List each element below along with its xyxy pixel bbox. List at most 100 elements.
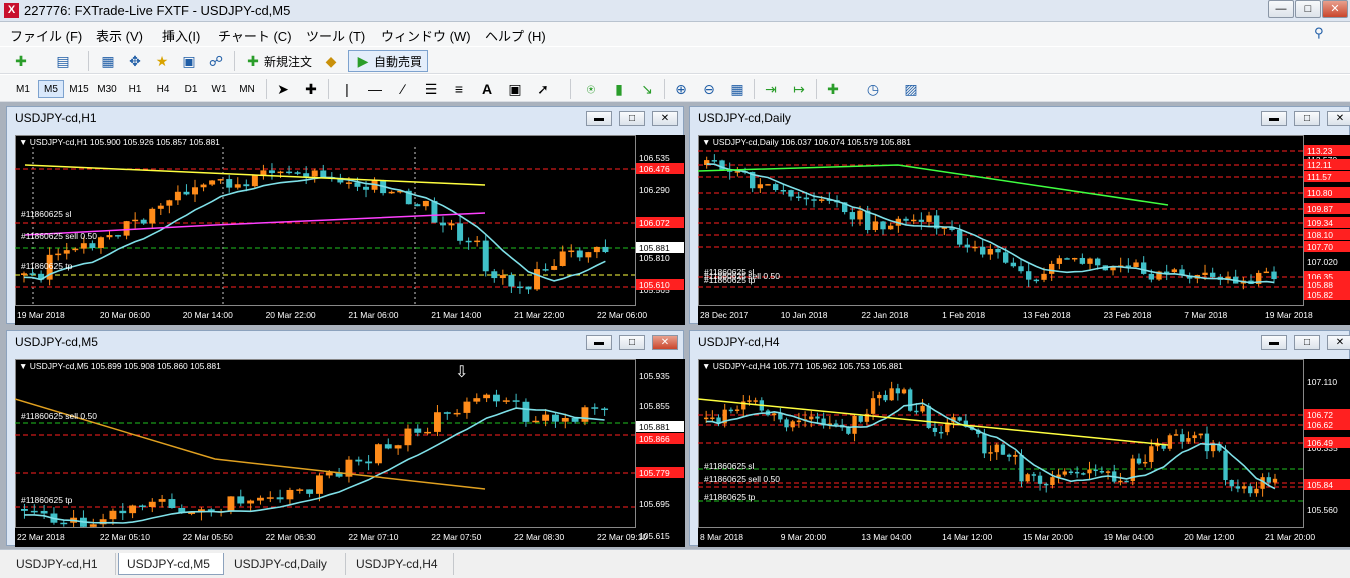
chart-minimize-button[interactable]: ▬ (1261, 111, 1287, 126)
crosshair-icon[interactable]: ✚ (300, 78, 322, 100)
menu-file[interactable]: ファイル (F) (10, 26, 82, 45)
vertical-line-icon[interactable]: | (336, 78, 358, 100)
text-icon[interactable]: A (476, 78, 498, 100)
tf-h4[interactable]: H4 (150, 80, 176, 98)
chart-close-button[interactable]: ✕ (1327, 335, 1350, 350)
chart-window-h1[interactable]: USDJPY-cd,H1 ▬ □ ✕ ▼ USDJPY-cd,H1 105.90… (6, 106, 685, 325)
tf-m30[interactable]: M30 (94, 80, 120, 98)
menu-view[interactable]: 表示 (V) (96, 26, 143, 45)
periods-icon[interactable]: ◷ (862, 78, 884, 100)
arrows-icon[interactable]: ➚ (532, 78, 554, 100)
time-tick-label: 22 Mar 2018 (17, 532, 65, 542)
candle-body (857, 210, 863, 220)
time-tick-label: 21 Mar 14:00 (431, 310, 481, 320)
tf-m15[interactable]: M15 (66, 80, 92, 98)
autoscroll-icon[interactable]: ⇥ (760, 78, 782, 100)
chart-canvas-m5[interactable]: ⇩ ▼ USDJPY-cd,M5 105.899 105.908 105.860 … (15, 359, 685, 547)
maximize-button[interactable]: □ (1295, 0, 1321, 18)
candle-body (512, 400, 520, 402)
candle-body (140, 219, 147, 224)
fibonacci-icon[interactable]: ≡ (448, 78, 470, 100)
candle-body (115, 235, 122, 237)
chart-window-h4[interactable]: USDJPY-cd,H4 ▬ □ ✕ ▼ USDJPY-cd,H4 105.77… (689, 330, 1350, 547)
zoom-out-icon[interactable]: ⊖ (698, 78, 720, 100)
search-icon[interactable]: ⚲ (1314, 25, 1324, 41)
chart-maximize-button[interactable]: □ (619, 335, 645, 350)
chart-minimize-button[interactable]: ▬ (586, 335, 612, 350)
market-watch-icon[interactable]: ▦ (97, 50, 119, 72)
candle-body (266, 497, 274, 499)
candlestick-icon[interactable]: ▮ (608, 78, 630, 100)
bar-chart-icon[interactable]: ⍟ (580, 78, 602, 100)
chart-window-m5[interactable]: USDJPY-cd,M5 ▬ □ ✕ ⇩ ▼ USDJPY-cd,M5 105.8… (6, 330, 685, 547)
indicators-icon[interactable]: ✚ (822, 78, 844, 100)
trendline-icon[interactable]: ∕ (392, 78, 414, 100)
strategy-tester-icon[interactable]: ☍ (205, 50, 227, 72)
price-highlight-label: 105.779 (639, 468, 670, 478)
chart-shift-icon[interactable]: ↦ (788, 78, 810, 100)
text-label-icon[interactable]: ▣ (504, 78, 526, 100)
candle-body (901, 389, 907, 394)
horizontal-line-icon[interactable]: — (364, 78, 386, 100)
navigator-icon[interactable]: ★ (151, 50, 173, 72)
equidistant-channel-icon[interactable]: ☰ (420, 78, 442, 100)
profiles-icon[interactable]: ▤ (52, 50, 74, 72)
chart-maximize-button[interactable]: □ (619, 111, 645, 126)
new-order-icon[interactable]: ✚ (242, 50, 264, 72)
tab-h4[interactable]: USDJPY-cd,H4 (348, 553, 454, 575)
chart-canvas-h4[interactable]: ▼ USDJPY-cd,H4 105.771 105.962 105.753 1… (698, 359, 1350, 547)
chart-close-button[interactable]: ✕ (652, 111, 678, 126)
tf-d1[interactable]: D1 (178, 80, 204, 98)
close-button[interactable]: ✕ (1322, 0, 1348, 18)
candle-body (325, 472, 333, 476)
candle-body (1019, 454, 1024, 482)
tf-m5[interactable]: M5 (38, 80, 64, 98)
candle-body (217, 179, 224, 181)
menu-chart[interactable]: チャート (C) (218, 26, 292, 45)
line-chart-icon[interactable]: ↘ (636, 78, 658, 100)
zoom-in-icon[interactable]: ⊕ (670, 78, 692, 100)
candle-body (422, 200, 429, 207)
tile-windows-icon[interactable]: ▦ (726, 78, 748, 100)
candle-body (551, 265, 558, 270)
tab-daily[interactable]: USDJPY-cd,Daily (226, 553, 346, 575)
menu-window[interactable]: ウィンドウ (W) (381, 26, 471, 45)
tf-mn[interactable]: MN (234, 80, 260, 98)
chart-minimize-button[interactable]: ▬ (1261, 335, 1287, 350)
tf-m1[interactable]: M1 (10, 80, 36, 98)
templates-icon[interactable]: ▨ (900, 78, 922, 100)
chart-maximize-button[interactable]: □ (1294, 111, 1320, 126)
menu-insert[interactable]: 挿入(I) (162, 26, 200, 45)
menu-tools[interactable]: ツール (T) (306, 26, 365, 45)
chart-close-button[interactable]: ✕ (1327, 111, 1350, 126)
candle-body (753, 400, 758, 402)
chart-close-button[interactable]: ✕ (652, 335, 678, 350)
chart-canvas-daily[interactable]: ▼ USDJPY-cd,Daily 106.037 106.074 105.57… (698, 135, 1350, 325)
new-chart-icon[interactable]: ✚ (10, 50, 32, 72)
price-highlight-label: 106.072 (639, 218, 670, 228)
candle-body (846, 427, 851, 434)
tf-h1[interactable]: H1 (122, 80, 148, 98)
candle-body (849, 212, 856, 220)
metaeditor-icon[interactable]: ◆ (320, 50, 342, 72)
tab-h1[interactable]: USDJPY-cd,H1 (8, 553, 116, 575)
tf-w1[interactable]: W1 (206, 80, 232, 98)
chart-minimize-button[interactable]: ▬ (586, 111, 612, 126)
chart-canvas-h1[interactable]: ▼ USDJPY-cd,H1 105.900 105.926 105.857 1… (15, 135, 685, 325)
menu-help[interactable]: ヘルプ (H) (485, 26, 546, 45)
order-label: #11860625 sell 0.50 (21, 411, 97, 421)
candle-body (268, 170, 275, 174)
price-tick-label: 106.290 (639, 185, 670, 195)
cursor-icon[interactable]: ➤ (272, 78, 294, 100)
new-order-button[interactable]: 新規注文 (264, 53, 312, 70)
candle-body (593, 246, 600, 253)
tab-m5[interactable]: USDJPY-cd,M5 (118, 553, 224, 575)
chart-window-daily[interactable]: USDJPY-cd,Daily ▬ □ ✕ ▼ USDJPY-cd,Daily … (689, 106, 1350, 325)
minimize-button[interactable]: — (1268, 0, 1294, 18)
time-tick-label: 8 Mar 2018 (700, 532, 743, 542)
chart-maximize-button[interactable]: □ (1294, 335, 1320, 350)
candle-body (995, 248, 1001, 253)
data-window-icon[interactable]: ✥ (124, 50, 146, 72)
terminal-icon[interactable]: ▣ (178, 50, 200, 72)
candle-body (388, 191, 395, 194)
